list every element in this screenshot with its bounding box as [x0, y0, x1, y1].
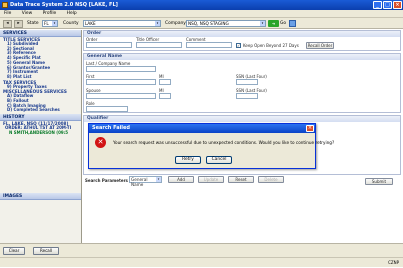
history-header: HISTORY [0, 114, 81, 122]
chevron-down-icon: ▾ [52, 21, 57, 26]
state-label: State [27, 20, 39, 26]
error-icon: ✕ [95, 137, 106, 148]
menu-bar: File View Profile Help [0, 10, 403, 18]
menu-view[interactable]: View [22, 11, 32, 16]
window-title: Data Trace System 2.0 NSQ [LAKE, FL] [10, 2, 118, 8]
retry-button[interactable]: Retry [175, 156, 201, 164]
forward-icon[interactable]: ▸ [14, 19, 23, 28]
minimize-button[interactable]: _ [373, 1, 382, 9]
history-spacer [0, 136, 81, 193]
app-icon [2, 2, 8, 8]
county-value: LAKE [85, 21, 96, 26]
state-select[interactable]: FL ▾ [42, 20, 58, 27]
recall-button[interactable]: Recall [33, 247, 59, 255]
images-header: IMAGES [0, 192, 81, 200]
company-value: NSQ, NSQ STAGING [188, 21, 229, 26]
go-label: Go [280, 20, 287, 26]
dialog-title: Search Failed [89, 124, 315, 133]
clear-button[interactable]: Clear [3, 247, 25, 255]
go-arrow-icon: ➜ [271, 21, 276, 26]
nav-completed-searches[interactable]: D) Completed Searches [0, 108, 81, 113]
search-failed-dialog: Search Failed × ✕ Your search request wa… [88, 123, 334, 169]
settings-icon[interactable] [289, 19, 296, 27]
toolbar: ◂ ▸ State FL ▾ County LAKE ▾ Company NSQ… [0, 18, 403, 29]
maximize-button[interactable]: □ [383, 1, 392, 9]
menu-file[interactable]: File [4, 11, 11, 16]
status-bar: CZNP [0, 257, 403, 267]
bottom-bar: Clear Recall [0, 243, 403, 257]
cancel-button[interactable]: Cancel [206, 156, 232, 164]
company-select[interactable]: NSQ, NSQ STAGING ▾ [186, 20, 266, 27]
window-titlebar: Data Trace System 2.0 NSQ [LAKE, FL] _ □… [0, 0, 403, 10]
chevron-down-icon: ▾ [260, 21, 265, 26]
chevron-down-icon: ▾ [155, 21, 160, 26]
services-header: SERVICES [0, 30, 81, 37]
menu-help[interactable]: Help [67, 11, 77, 16]
go-button[interactable]: ➜ [268, 20, 279, 27]
company-label: Company [165, 20, 186, 26]
back-icon[interactable]: ◂ [3, 19, 12, 28]
dialog-close-icon[interactable]: × [306, 125, 314, 132]
menu-profile[interactable]: Profile [43, 11, 57, 16]
county-select[interactable]: LAKE ▾ [83, 20, 161, 27]
dialog-message: Your search request was unsuccessful due… [113, 140, 335, 145]
county-label: County [63, 20, 79, 26]
sidebar: SERVICES TITLE SERVICES 1) Subdivided 2)… [0, 30, 82, 243]
state-value: FL [44, 21, 49, 26]
close-button[interactable]: × [393, 1, 402, 9]
